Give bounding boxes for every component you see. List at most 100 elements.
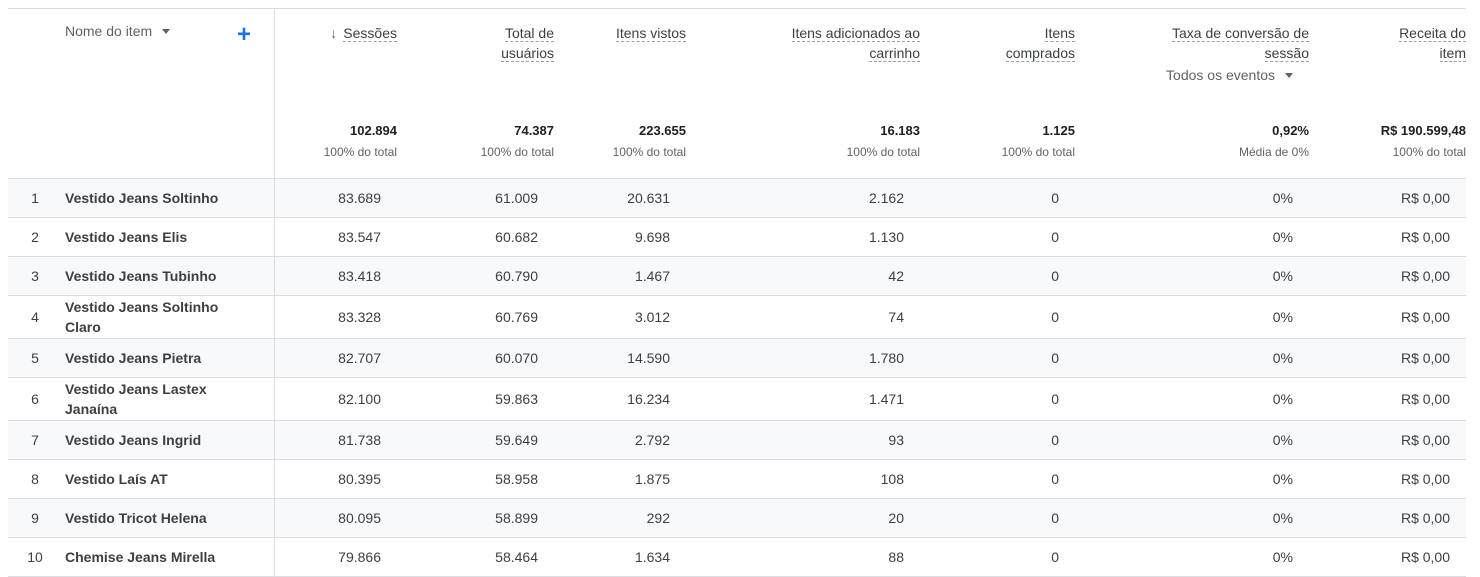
dropdown-caret-icon (1285, 72, 1293, 78)
items-viewed-cell: 1.875 (554, 459, 686, 499)
item-name-cell: Vestido Jeans Soltinho Claro (55, 295, 275, 339)
items-purchased-cell: 0 (920, 420, 1075, 460)
items-purchased-cell: 0 (920, 338, 1075, 378)
sessions-cell: 80.395 (274, 459, 397, 499)
sessions-cell: 82.100 (274, 377, 397, 421)
table-row[interactable]: 5 Vestido Jeans Pietra 82.707 60.070 14.590 1… (8, 338, 1466, 378)
table-row[interactable]: 3 Vestido Jeans Tubinho 83.418 60.790 1.467 4… (8, 256, 1466, 296)
revenue-cell: R$ 0,00 (1309, 178, 1466, 218)
items-purchased-cell: 0 (920, 256, 1075, 296)
conversion-rate-cell: 0% (1075, 459, 1309, 499)
conversion-rate-cell: 0% (1075, 377, 1309, 421)
dimension-label: Nome do item (65, 23, 153, 39)
table-body: 1 Vestido Jeans Soltinho 83.689 61.009 20.63… (8, 178, 1466, 577)
add-dimension-icon[interactable]: + (237, 23, 251, 47)
item-name-cell: Vestido Jeans Tubinho (55, 256, 275, 296)
users-cell: 60.682 (397, 217, 554, 257)
items-added-cell: 2.162 (686, 178, 920, 218)
table-row[interactable]: 1 Vestido Jeans Soltinho 83.689 61.009 20.63… (8, 178, 1466, 218)
items-added-cell: 108 (686, 459, 920, 499)
event-selector-label: Todos os eventos (1166, 67, 1275, 83)
table-row[interactable]: 9 Vestido Tricot Helena 80.095 58.899 292 20 0… (8, 498, 1466, 538)
users-cell: 60.790 (397, 256, 554, 296)
items-viewed-cell: 9.698 (554, 217, 686, 257)
item-name-cell: Vestido Tricot Helena (55, 498, 275, 538)
sessions-cell: 83.547 (274, 217, 397, 257)
users-cell: 58.958 (397, 459, 554, 499)
table-row[interactable]: 4 Vestido Jeans Soltinho Claro 83.328 60.76… (8, 295, 1466, 339)
items-purchased-cell: 0 (920, 377, 1075, 421)
items-added-cell: 1.471 (686, 377, 920, 421)
table-row[interactable]: 2 Vestido Jeans Elis 83.547 60.682 9.698 1.13… (8, 217, 1466, 257)
table-row[interactable]: 8 Vestido Laís AT 80.395 58.958 1.875 108 0 0% R… (8, 459, 1466, 499)
users-cell: 58.899 (397, 498, 554, 538)
event-selector[interactable]: Todos os eventos (1166, 67, 1293, 83)
column-header-revenue[interactable]: Receita do item (1309, 8, 1466, 113)
dimension-header: Nome do item + (8, 8, 275, 113)
conversion-rate-cell: 0% (1075, 537, 1309, 577)
items-added-cell: 88 (686, 537, 920, 577)
items-added-cell: 93 (686, 420, 920, 460)
revenue-cell: R$ 0,00 (1309, 256, 1466, 296)
column-header-users[interactable]: Total de usuários (397, 8, 554, 113)
conversion-rate-cell: 0% (1075, 295, 1309, 339)
item-name-cell: Vestido Laís AT (55, 459, 275, 499)
items-purchased-cell: 0 (920, 459, 1075, 499)
items-viewed-cell: 16.234 (554, 377, 686, 421)
row-index: 2 (8, 217, 55, 257)
conversion-rate-cell: 0% (1075, 338, 1309, 378)
column-header-conversion-rate[interactable]: Taxa de conversão de sessão Todos os eve… (1075, 8, 1309, 113)
item-name-cell: Vestido Jeans Ingrid (55, 420, 275, 460)
conversion-rate-cell: 0% (1075, 498, 1309, 538)
total-cell: 1.125 100% do total (920, 113, 1075, 179)
column-label: Itens vistos (615, 25, 686, 42)
row-index: 7 (8, 420, 55, 460)
items-purchased-cell: 0 (920, 217, 1075, 257)
totals-label-cell (8, 113, 275, 179)
items-viewed-cell: 20.631 (554, 178, 686, 218)
total-cell: 223.655 100% do total (554, 113, 686, 179)
sort-descending-icon: ↓ (330, 25, 338, 41)
total-cell: 102.894 100% do total (274, 113, 397, 179)
users-cell: 60.769 (397, 295, 554, 339)
conversion-rate-cell: 0% (1075, 256, 1309, 296)
revenue-cell: R$ 0,00 (1309, 420, 1466, 460)
total-cell: 0,92% Média de 0% (1075, 113, 1309, 179)
column-header-items-viewed[interactable]: Itens vistos (554, 8, 686, 113)
items-viewed-cell: 1.634 (554, 537, 686, 577)
items-added-cell: 1.130 (686, 217, 920, 257)
report-table-container: Nome do item + ↓ Sessões Total de usuário… (0, 0, 1480, 577)
users-cell: 61.009 (397, 178, 554, 218)
item-report-table: Nome do item + ↓ Sessões Total de usuário… (8, 8, 1466, 577)
item-name-cell: Vestido Jeans Elis (55, 217, 275, 257)
items-added-cell: 74 (686, 295, 920, 339)
table-row[interactable]: 6 Vestido Jeans Lastex Janaína 82.100 59.86… (8, 377, 1466, 421)
dimension-selector[interactable]: Nome do item (65, 23, 171, 39)
header-row: Nome do item + ↓ Sessões Total de usuário… (8, 8, 1466, 113)
items-purchased-cell: 0 (920, 295, 1075, 339)
revenue-cell: R$ 0,00 (1309, 459, 1466, 499)
sessions-cell: 80.095 (274, 498, 397, 538)
column-label: Taxa de conversão de sessão (1172, 25, 1309, 62)
revenue-cell: R$ 0,00 (1309, 217, 1466, 257)
total-cell: 16.183 100% do total (686, 113, 920, 179)
users-cell: 60.070 (397, 338, 554, 378)
column-label: Receita do item (1399, 25, 1466, 62)
column-header-sessions[interactable]: ↓ Sessões (274, 8, 397, 113)
column-label: Sessões (343, 25, 397, 42)
items-added-cell: 42 (686, 256, 920, 296)
column-header-items-purchased[interactable]: Itens comprados (920, 8, 1075, 113)
sessions-cell: 83.689 (274, 178, 397, 218)
sessions-cell: 81.738 (274, 420, 397, 460)
users-cell: 58.464 (397, 537, 554, 577)
column-label: Itens adicionados ao carrinho (791, 25, 920, 62)
item-name-cell: Vestido Jeans Soltinho (55, 178, 275, 218)
users-cell: 59.863 (397, 377, 554, 421)
item-name-cell: Vestido Jeans Lastex Janaína (55, 377, 275, 421)
table-row[interactable]: 10 Chemise Jeans Mirella 79.866 58.464 1.634… (8, 537, 1466, 577)
sessions-cell: 83.328 (274, 295, 397, 339)
table-row[interactable]: 7 Vestido Jeans Ingrid 81.738 59.649 2.792 93… (8, 420, 1466, 460)
total-cell: 74.387 100% do total (397, 113, 554, 179)
column-header-items-added[interactable]: Itens adicionados ao carrinho (686, 8, 920, 113)
sessions-cell: 82.707 (274, 338, 397, 378)
